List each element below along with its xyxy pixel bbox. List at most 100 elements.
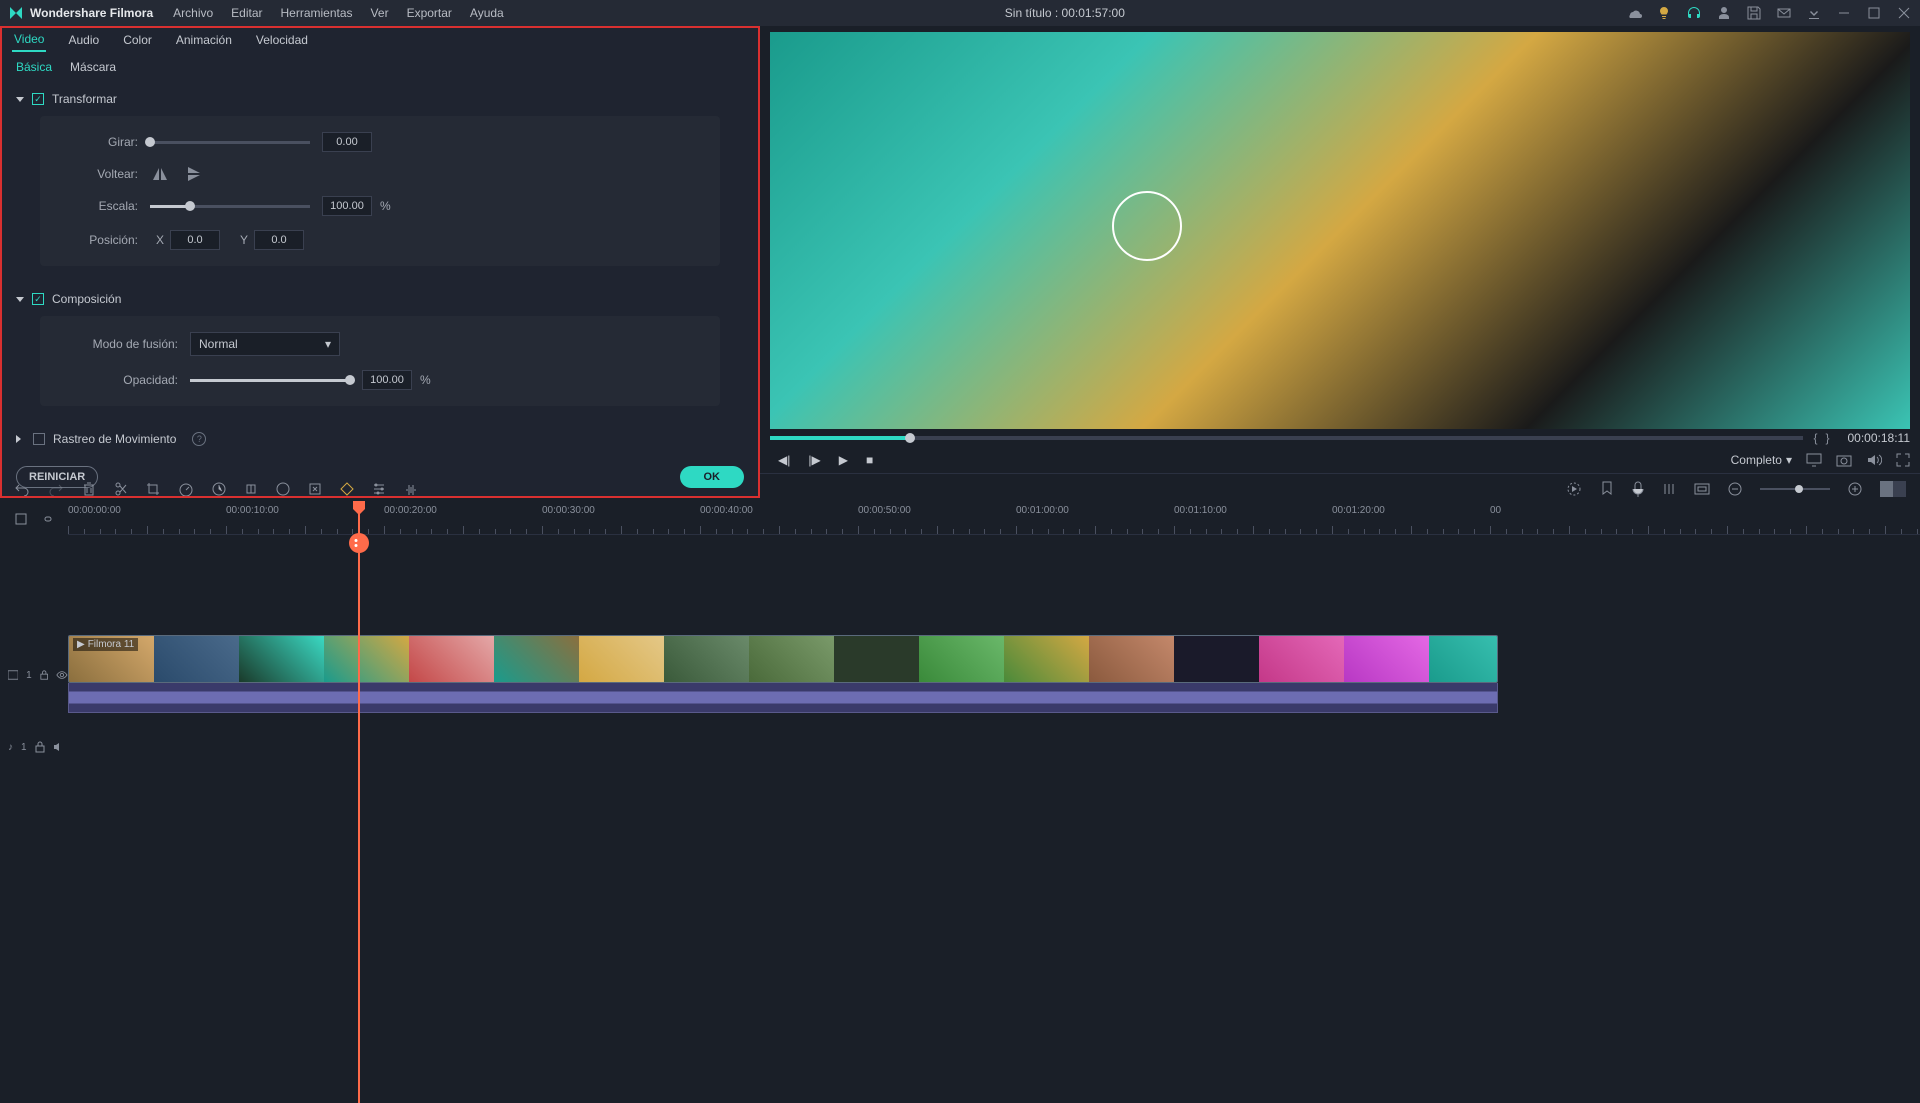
chevron-down-icon — [16, 297, 24, 302]
link-icon[interactable] — [40, 512, 54, 526]
stop-icon[interactable]: ■ — [866, 453, 873, 467]
fit-icon[interactable] — [308, 482, 322, 496]
next-frame-icon[interactable]: |▶ — [808, 453, 820, 467]
mute-icon[interactable] — [53, 742, 65, 752]
timeline-ruler[interactable]: 00:00:00:00 00:00:10:00 00:00:20:00 00:0… — [68, 503, 1920, 535]
record-icon[interactable] — [1632, 481, 1644, 497]
preview-viewport[interactable] — [770, 32, 1910, 429]
transform-checkbox[interactable] — [32, 93, 44, 105]
help-icon[interactable]: ? — [192, 432, 206, 446]
mixer-icon[interactable] — [1662, 482, 1676, 496]
menu-tools[interactable]: Herramientas — [281, 6, 353, 20]
playhead-handle-icon[interactable] — [351, 501, 367, 517]
tab-video[interactable]: Video — [12, 28, 46, 52]
markers-panel-icon[interactable] — [1694, 483, 1710, 495]
volume-icon[interactable] — [1866, 453, 1882, 467]
playhead[interactable] — [358, 503, 360, 1103]
prev-marker-icon[interactable]: { — [1813, 431, 1817, 445]
scale-slider[interactable] — [150, 205, 310, 208]
cloud-icon[interactable] — [1626, 5, 1642, 21]
duration-icon[interactable] — [276, 482, 290, 496]
lock-icon[interactable] — [35, 741, 45, 753]
redo-icon[interactable] — [48, 482, 64, 496]
speed-icon[interactable] — [178, 482, 194, 496]
adjust-icon[interactable] — [372, 482, 386, 496]
delete-icon[interactable] — [82, 481, 96, 497]
pos-y-input[interactable] — [254, 230, 304, 250]
blend-mode-select[interactable]: Normal ▾ — [190, 332, 340, 356]
section-motion-title: Rastreo de Movimiento — [53, 432, 176, 446]
minimize-icon[interactable] — [1836, 5, 1852, 21]
composition-checkbox[interactable] — [32, 293, 44, 305]
section-composition-header[interactable]: Composición — [16, 286, 744, 312]
detach-audio-icon[interactable] — [244, 482, 258, 496]
flip-vertical-icon[interactable] — [184, 166, 204, 182]
zoom-slider[interactable] — [1760, 488, 1830, 490]
menu-export[interactable]: Exportar — [407, 6, 452, 20]
lock-icon[interactable] — [40, 669, 48, 681]
section-motion-header[interactable]: Rastreo de Movimiento ? — [16, 426, 744, 452]
display-icon[interactable] — [1806, 453, 1822, 467]
snapshot-icon[interactable] — [1836, 453, 1852, 467]
preview-target-circle[interactable] — [1112, 191, 1182, 261]
freeze-icon[interactable] — [212, 482, 226, 496]
subtab-basic[interactable]: Básica — [16, 60, 52, 74]
section-transform-header[interactable]: Transformar — [16, 86, 744, 112]
user-icon[interactable] — [1716, 5, 1732, 21]
menu-view[interactable]: Ver — [371, 6, 389, 20]
video-track[interactable]: 1 ▶Filmora 11 — [68, 635, 1920, 715]
audio-waveform[interactable] — [68, 683, 1498, 713]
prev-frame-icon[interactable]: ◀| — [778, 453, 790, 467]
zoom-out-icon[interactable] — [1728, 482, 1742, 496]
marker-icon[interactable] — [1600, 481, 1614, 497]
preview-progress-bar[interactable] — [770, 436, 1803, 440]
rotate-label: Girar: — [68, 135, 138, 149]
clip-label: ▶Filmora 11 — [73, 638, 138, 651]
tab-audio[interactable]: Audio — [66, 29, 101, 51]
audio-adjust-icon[interactable] — [404, 482, 418, 496]
subtab-mask[interactable]: Máscara — [70, 60, 116, 74]
download-icon[interactable] — [1806, 5, 1822, 21]
mail-icon[interactable] — [1776, 5, 1792, 21]
audio-track-icon: ♪ — [8, 742, 13, 753]
save-icon[interactable] — [1746, 5, 1762, 21]
tab-color[interactable]: Color — [121, 29, 154, 51]
crop-icon[interactable] — [146, 482, 160, 496]
fullscreen-icon[interactable] — [1896, 453, 1910, 467]
split-icon[interactable] — [114, 481, 128, 497]
flip-horizontal-icon[interactable] — [150, 166, 170, 182]
lightbulb-icon[interactable] — [1656, 5, 1672, 21]
rotate-slider[interactable] — [150, 141, 310, 144]
ok-button[interactable]: OK — [680, 466, 745, 488]
play-icon[interactable]: ▶ — [839, 453, 848, 467]
opacity-input[interactable] — [362, 370, 412, 390]
timeline-settings-icon[interactable] — [14, 512, 28, 526]
view-toggle[interactable] — [1880, 481, 1906, 497]
pos-x-input[interactable] — [170, 230, 220, 250]
render-icon[interactable] — [1566, 481, 1582, 497]
tab-animation[interactable]: Animación — [174, 29, 234, 51]
tab-speed[interactable]: Velocidad — [254, 29, 310, 51]
undo-icon[interactable] — [14, 482, 30, 496]
audio-track[interactable]: ♪ 1 — [68, 735, 1920, 759]
preview-timecode: 00:00:18:11 — [1847, 431, 1910, 445]
playhead-split-icon[interactable] — [349, 533, 369, 553]
rotate-input[interactable] — [322, 132, 372, 152]
zoom-in-icon[interactable] — [1848, 482, 1862, 496]
close-icon[interactable] — [1896, 5, 1912, 21]
keyframe-icon[interactable] — [340, 482, 354, 496]
next-marker-icon[interactable]: } — [1825, 431, 1829, 445]
quality-select[interactable]: Completo ▾ — [1731, 453, 1792, 467]
headphones-icon[interactable] — [1686, 5, 1702, 21]
motion-checkbox[interactable] — [33, 433, 45, 445]
menu-edit[interactable]: Editar — [231, 6, 262, 20]
chevron-right-icon — [16, 435, 25, 443]
scale-input[interactable] — [322, 196, 372, 216]
menu-file[interactable]: Archivo — [173, 6, 213, 20]
opacity-slider[interactable] — [190, 379, 350, 382]
visibility-icon[interactable] — [56, 670, 68, 680]
video-clip[interactable]: ▶Filmora 11 — [68, 635, 1498, 683]
audio-track-number: 1 — [21, 742, 27, 753]
menu-help[interactable]: Ayuda — [470, 6, 504, 20]
maximize-icon[interactable] — [1866, 5, 1882, 21]
